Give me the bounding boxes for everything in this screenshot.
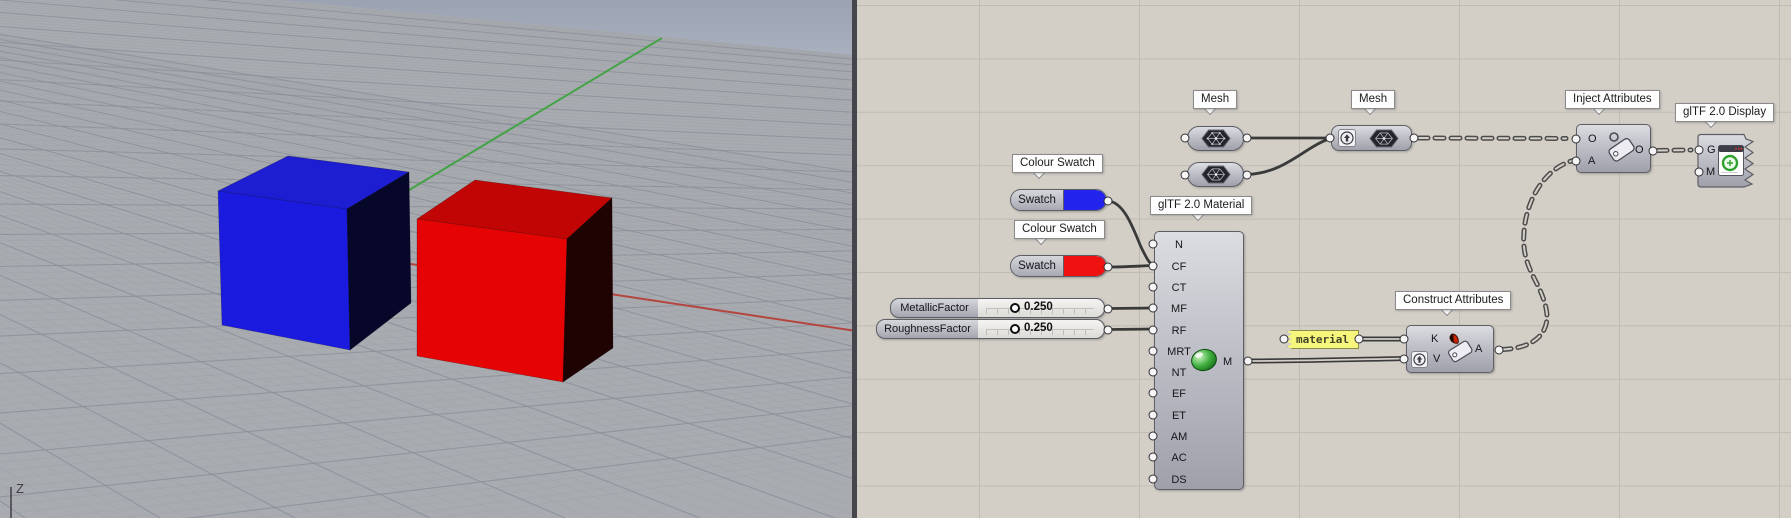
- inject-input-a-label: A: [1588, 154, 1595, 168]
- swatch-color-blue[interactable]: [1064, 190, 1106, 210]
- grasshopper-canvas[interactable]: [857, 0, 1791, 518]
- mesh-icon: [1200, 164, 1232, 185]
- port-nub[interactable]: [1572, 156, 1581, 165]
- mesh-icon: [1200, 128, 1232, 149]
- material-input-cf-nub[interactable]: [1149, 261, 1158, 270]
- port-nub[interactable]: [1410, 134, 1419, 143]
- port-nub[interactable]: [1104, 197, 1113, 206]
- material-input-label: CF: [1161, 260, 1197, 274]
- colour-swatch-red[interactable]: Swatch: [1010, 255, 1107, 277]
- tooltip-inject-attributes: Inject Attributes: [1565, 90, 1660, 109]
- mesh-param-2[interactable]: [1187, 162, 1244, 187]
- material-input-label: AC: [1161, 451, 1197, 465]
- application-window: Z Mesh Mesh Colour: [0, 0, 1791, 518]
- material-input-label: RF: [1161, 324, 1197, 338]
- gltf-window-icon: [1718, 145, 1744, 176]
- gltf-material-component[interactable]: NCFCTMFRFMRTNTEFETAMACDS M: [1154, 231, 1244, 490]
- port-nub[interactable]: [1104, 304, 1113, 313]
- z-axis-label: Z: [16, 481, 24, 496]
- material-input-label: DS: [1161, 473, 1197, 487]
- port-nub[interactable]: [1355, 335, 1364, 344]
- slider-value: 0.250: [1024, 301, 1053, 313]
- port-nub[interactable]: [1400, 354, 1409, 363]
- port-nub[interactable]: [1181, 134, 1190, 143]
- blue-cube[interactable]: [218, 156, 411, 350]
- port-nub[interactable]: [1244, 357, 1253, 366]
- material-input-label: N: [1161, 238, 1197, 252]
- tooltip-mesh-1: Mesh: [1193, 90, 1237, 109]
- port-nub[interactable]: [1649, 146, 1658, 155]
- mesh-icon: [1368, 128, 1400, 149]
- material-input-ef-nub[interactable]: [1149, 389, 1158, 398]
- material-input-nt-nub[interactable]: [1149, 368, 1158, 377]
- material-output-label: M: [1223, 355, 1232, 369]
- slider-knob[interactable]: [1010, 303, 1020, 313]
- tooltip-gltf-display: glTF 2.0 Display: [1675, 103, 1774, 122]
- port-nub[interactable]: [1695, 146, 1704, 155]
- port-nub[interactable]: [1243, 170, 1252, 179]
- port-nub[interactable]: [1243, 134, 1252, 143]
- material-input-ds-nub[interactable]: [1149, 474, 1158, 483]
- material-input-n-nub[interactable]: [1149, 240, 1158, 249]
- slider-knob[interactable]: [1010, 324, 1020, 334]
- material-input-label: CT: [1161, 281, 1197, 295]
- construct-input-k-label: K: [1431, 332, 1438, 346]
- material-input-mrt-nub[interactable]: [1149, 346, 1158, 355]
- port-nub[interactable]: [1104, 263, 1113, 272]
- port-nub[interactable]: [1326, 134, 1335, 143]
- swatch-label: Swatch: [1011, 256, 1064, 276]
- material-input-rf-nub[interactable]: [1149, 325, 1158, 334]
- display-input-g-label: G: [1707, 143, 1716, 157]
- slider-label: RoughnessFactor: [877, 320, 979, 338]
- tooltip-construct-attributes: Construct Attributes: [1395, 291, 1511, 310]
- port-nub[interactable]: [1181, 170, 1190, 179]
- port-nub[interactable]: [1104, 325, 1113, 334]
- material-input-label: MF: [1161, 302, 1197, 316]
- mesh-param-1[interactable]: [1187, 126, 1244, 151]
- swatch-color-red[interactable]: [1064, 256, 1106, 276]
- slider-track[interactable]: 0.250: [978, 320, 1104, 338]
- material-input-ct-nub[interactable]: [1149, 282, 1158, 291]
- slider-value: 0.250: [1024, 322, 1053, 334]
- material-ball-icon: [1188, 346, 1220, 374]
- red-cube[interactable]: [417, 180, 613, 382]
- swatch-label: Swatch: [1011, 190, 1064, 210]
- tooltip-colour-swatch-2: Colour Swatch: [1014, 220, 1105, 239]
- slider-track[interactable]: 0.250: [978, 299, 1104, 317]
- tooltip-mesh-2: Mesh: [1351, 90, 1395, 109]
- inject-input-o-label: O: [1588, 132, 1597, 146]
- panel-text: material: [1296, 333, 1349, 346]
- display-input-m-label: M: [1706, 165, 1715, 179]
- port-nub[interactable]: [1695, 168, 1704, 177]
- port-nub[interactable]: [1280, 335, 1289, 344]
- upload-arrow-icon: [1411, 351, 1428, 368]
- material-input-mf-nub[interactable]: [1149, 304, 1158, 313]
- colour-swatch-blue[interactable]: Swatch: [1010, 189, 1107, 211]
- tooltip-gltf-material: glTF 2.0 Material: [1150, 196, 1252, 215]
- rhino-viewport[interactable]: Z: [0, 0, 852, 518]
- text-panel[interactable]: material: [1287, 330, 1359, 349]
- construct-input-v-label: V: [1433, 352, 1440, 366]
- slider-metallic-factor[interactable]: MetallicFactor 0.250: [890, 298, 1105, 318]
- material-input-label: AM: [1161, 430, 1197, 444]
- slider-label: MetallicFactor: [891, 299, 979, 317]
- port-nub[interactable]: [1495, 345, 1504, 354]
- material-input-et-nub[interactable]: [1149, 410, 1158, 419]
- inject-output-o-label: O: [1635, 143, 1644, 157]
- port-nub[interactable]: [1400, 335, 1409, 344]
- material-input-ac-nub[interactable]: [1149, 453, 1158, 462]
- material-input-am-nub[interactable]: [1149, 432, 1158, 441]
- material-input-label: ET: [1161, 409, 1197, 423]
- port-nub[interactable]: [1572, 134, 1581, 143]
- upload-mesh-component[interactable]: [1331, 125, 1412, 151]
- tooltip-colour-swatch-1: Colour Swatch: [1012, 154, 1103, 173]
- upload-arrow-icon: [1338, 129, 1356, 147]
- inject-attributes-component[interactable]: O A O: [1576, 124, 1651, 173]
- brush-tag-icon: [1443, 331, 1477, 367]
- material-input-label: EF: [1161, 387, 1197, 401]
- slider-roughness-factor[interactable]: RoughnessFactor 0.250: [876, 319, 1105, 339]
- construct-attributes-component[interactable]: K V A: [1406, 325, 1494, 373]
- construct-output-a-label: A: [1475, 342, 1482, 356]
